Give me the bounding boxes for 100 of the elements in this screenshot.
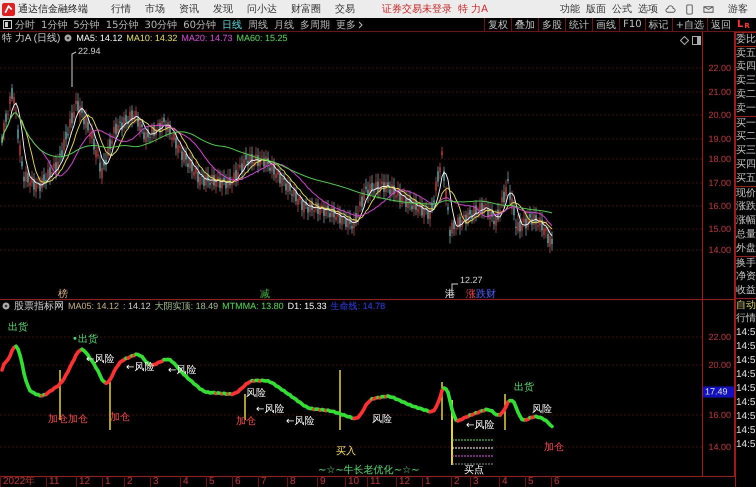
signal-label: 加仓: [110, 410, 130, 424]
menu-item[interactable]: 市场: [145, 2, 165, 16]
feed-subtitle: 行情: [736, 312, 756, 326]
price-axis-label: 18.00: [708, 154, 731, 164]
quote-label: 卖一: [736, 102, 756, 116]
toolbar-button[interactable]: 多股: [538, 18, 566, 32]
period-tab[interactable]: 分时: [15, 18, 35, 32]
signal-label: 买点: [464, 464, 484, 476]
menu-item[interactable]: 公式: [612, 2, 632, 16]
event-marker[interactable]: 港: [445, 287, 455, 299]
period-tab[interactable]: 更多: [336, 18, 363, 32]
quote-label: 净资: [736, 270, 756, 284]
toolbar-button[interactable]: F10: [619, 18, 645, 32]
ma-value: MA60: 15.25: [236, 33, 288, 43]
menu-item[interactable]: 问小达: [247, 2, 277, 16]
toolbar-button[interactable]: 叠加: [511, 18, 538, 32]
menu-item[interactable]: 资讯: [179, 2, 199, 16]
date-axis-label: 6: [232, 476, 241, 487]
toolbar-button[interactable]: 返回: [707, 18, 734, 32]
quote-label: 买四: [736, 158, 756, 172]
period-tab[interactable]: 多周期: [300, 18, 330, 32]
price-axis-label: 21.00: [708, 87, 731, 97]
event-marker[interactable]: 涨: [466, 287, 476, 299]
period-tab[interactable]: 月线: [274, 18, 294, 32]
signal-label: 加仓: [544, 440, 564, 454]
trade-time: 14:5: [736, 326, 756, 340]
signal-label: ←风险: [256, 403, 284, 416]
toolbar-button[interactable]: 标记: [644, 18, 672, 32]
menu-item[interactable]: 功能: [560, 2, 580, 16]
price-axis-label: 15.00: [708, 224, 731, 234]
app-title: 通达信金融终端: [18, 2, 88, 16]
quote-label: 换手: [736, 256, 756, 270]
quote-label: 收益: [736, 284, 756, 298]
date-axis-label: 12: [76, 476, 90, 487]
quote-label: 买五: [736, 172, 756, 186]
date-axis-label: 11: [367, 476, 380, 487]
date-axis-label: 1: [102, 476, 111, 487]
signal-label: ←风险: [286, 415, 314, 428]
signal-label: 加仓加仓: [48, 412, 88, 426]
indicator-value: D1: 15.33: [288, 301, 327, 311]
price-axis-label: 22.00: [708, 63, 731, 73]
quote-label: 卖二: [736, 88, 756, 102]
user-label[interactable]: 游客: [728, 2, 748, 16]
high-price-label: 22.94: [78, 46, 101, 56]
signal-label: 风险: [246, 387, 266, 400]
trade-time: 14:5: [736, 438, 756, 452]
menu-item[interactable]: 行情: [111, 2, 131, 16]
signal-label: 出货: [8, 320, 28, 334]
toolbar-button[interactable]: +自选: [672, 18, 707, 32]
toolbar-button[interactable]: 统计: [565, 18, 592, 32]
menu-item[interactable]: 财富圈: [291, 2, 321, 16]
period-tab[interactable]: 15分钟: [106, 18, 138, 32]
quote-label: 卖三: [736, 74, 756, 88]
panel-tab[interactable]: L: [737, 19, 744, 30]
price-axis-label: 20.00: [708, 360, 731, 370]
menu-item[interactable]: 发现: [213, 2, 233, 16]
signal-label: 加仓: [236, 414, 256, 428]
trade-time: 14:5: [736, 424, 756, 438]
price-axis-label: 16.00: [708, 201, 731, 211]
date-axis-label: 9: [317, 476, 326, 487]
trade-time: 14:5: [736, 396, 756, 410]
chart-title: 特 力A (日线): [2, 32, 60, 45]
indicator-value: 大阴实顶: 18.49: [154, 300, 218, 312]
menu-item[interactable]: 交易: [335, 2, 355, 16]
price-axis-label: 20.00: [708, 110, 731, 120]
period-tab[interactable]: 60分钟: [183, 18, 216, 32]
toolbar-button[interactable]: 复权: [484, 18, 512, 32]
quote-label: 总量: [736, 228, 756, 242]
period-tab[interactable]: 5分钟: [73, 18, 100, 32]
indicator-value: MA05: 14.12: [68, 301, 120, 311]
current-price-label: 17.49: [703, 386, 734, 398]
period-tab[interactable]: 周线: [248, 18, 268, 32]
trade-time: 14:5: [736, 354, 756, 368]
event-marker[interactable]: 榜: [58, 287, 68, 299]
period-tab[interactable]: 30分钟: [144, 18, 178, 32]
signal-label: 出货: [514, 380, 534, 394]
toolbar-button[interactable]: 画线: [592, 18, 620, 32]
event-marker[interactable]: 减: [260, 287, 270, 299]
period-tab[interactable]: 日线: [222, 18, 242, 32]
quote-label: 买一: [736, 116, 756, 130]
quote-label: 委比: [736, 32, 756, 46]
stock-name: 特 力A: [458, 2, 488, 16]
quote-label: 买二: [736, 130, 756, 144]
trade-time: 14:5: [736, 340, 756, 354]
quote-label: 外盘: [736, 242, 756, 256]
menu-item[interactable]: 版面: [586, 2, 606, 16]
indicator-value: : 14.12: [123, 301, 151, 311]
period-tab[interactable]: 1分钟: [41, 18, 68, 32]
event-marker[interactable]: 跌财: [476, 287, 496, 299]
signal-label: ←风险: [466, 419, 494, 432]
quote-label: 现价: [736, 186, 756, 200]
price-axis-label: 14.00: [708, 442, 731, 452]
date-axis-label: 1: [422, 476, 431, 487]
price-axis-label: 16.00: [708, 410, 731, 420]
trade-time: 14:5: [736, 368, 756, 382]
feed-title[interactable]: 自动: [736, 298, 756, 312]
date-axis-label: 2: [124, 476, 133, 487]
menu-item[interactable]: 选项: [638, 2, 658, 16]
login-status[interactable]: 证券交易未登录: [382, 2, 452, 16]
date-axis-label: 8: [287, 476, 296, 487]
